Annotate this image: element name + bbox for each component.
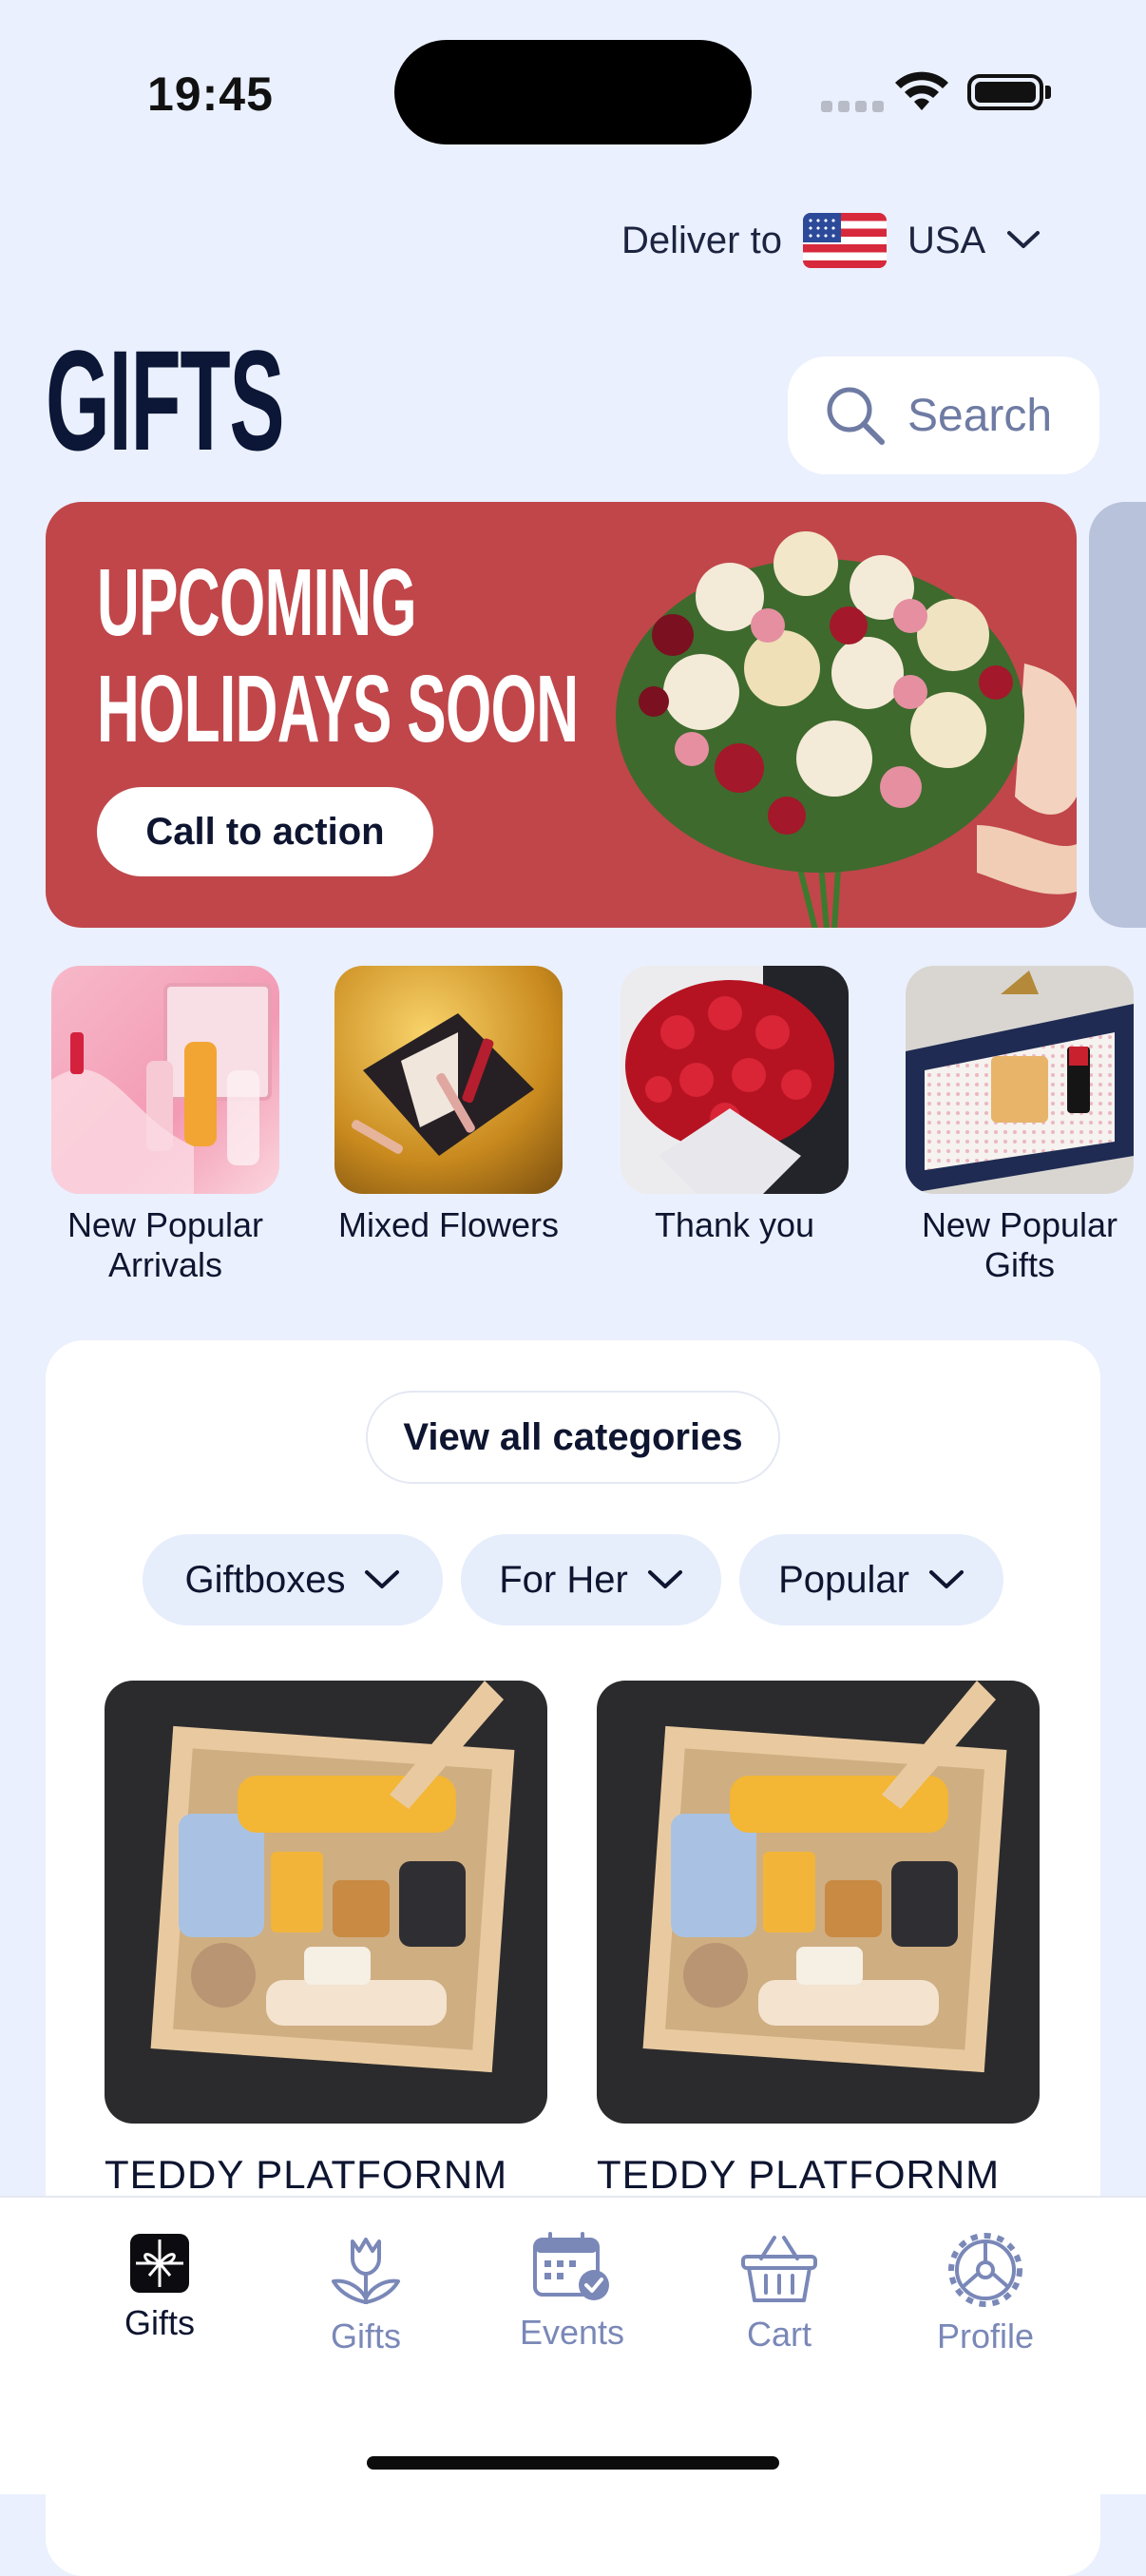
category-label: New Popular Arrivals (67, 1205, 264, 1284)
tab-gifts-flowers[interactable]: Gifts (271, 2232, 461, 2356)
chevron-down-icon (365, 1570, 400, 1588)
tab-events[interactable]: Events (477, 2232, 667, 2353)
battery-cap (1045, 86, 1051, 99)
country-label: USA (907, 219, 986, 261)
category-image (51, 966, 279, 1194)
chevron-down-icon (928, 1570, 964, 1588)
product-title: TEDDY PLATFORNM (105, 2152, 508, 2197)
search-button[interactable]: Search (788, 356, 1099, 474)
status-time: 19:45 (147, 67, 274, 121)
gift-box-icon (130, 2234, 189, 2293)
product-image (597, 1681, 1040, 2124)
filter-label: Popular (778, 1558, 909, 1601)
tab-label: Gifts (330, 2316, 401, 2355)
battery-icon (967, 74, 1043, 110)
filter-label: Giftboxes (184, 1558, 346, 1601)
deliver-label: Deliver to (621, 219, 782, 261)
category-new-popular-arrivals[interactable]: New Popular Arrivals (51, 966, 279, 1285)
cellular-signal-icon (821, 101, 884, 112)
search-label: Search (907, 390, 1053, 441)
category-label: New Popular Gifts (921, 1205, 1118, 1284)
category-image (906, 966, 1134, 1194)
product-card[interactable]: TEDDY PLATFORNM (105, 1681, 547, 2198)
chevron-down-icon (647, 1570, 682, 1588)
tab-profile[interactable]: Profile (890, 2232, 1080, 2356)
wifi-icon (893, 68, 950, 117)
next-banner-peek[interactable] (1089, 502, 1146, 928)
category-new-popular-gifts[interactable]: New Popular Gifts (906, 966, 1134, 1285)
basket-icon (741, 2236, 817, 2302)
tab-label: Profile (936, 2316, 1035, 2355)
dynamic-island (394, 40, 752, 144)
product-image (105, 1681, 547, 2124)
search-icon (827, 387, 885, 445)
tab-label: Gifts (124, 2303, 195, 2342)
filter-giftboxes[interactable]: Giftboxes (143, 1534, 443, 1625)
product-title: TEDDY PLATFORNM (597, 2152, 1001, 2197)
call-to-action-button[interactable]: Call to action (97, 787, 433, 876)
usa-flag-icon (802, 213, 887, 268)
tab-cart[interactable]: Cart (684, 2232, 874, 2355)
category-mixed-flowers[interactable]: Mixed Flowers (334, 966, 563, 1245)
category-thank-you[interactable]: Thank you (621, 966, 849, 1245)
filter-label: For Her (499, 1558, 628, 1601)
view-all-categories-button[interactable]: View all categories (366, 1391, 780, 1484)
deliver-to-selector[interactable]: Deliver to USA (621, 213, 1041, 268)
tab-label: Events (519, 2313, 625, 2352)
chevron-down-icon (1007, 231, 1041, 248)
product-card[interactable]: TEDDY PLATFORNM (597, 1681, 1040, 2198)
filter-for-her[interactable]: For Her (461, 1534, 721, 1625)
profile-gear-icon (948, 2233, 1022, 2307)
page-title: GIFTS (46, 320, 285, 480)
category-label: Thank you (654, 1205, 815, 1244)
promo-banner[interactable]: UPCOMING HOLIDAYS SOON Call to action (46, 502, 1077, 928)
banner-title: UPCOMING HOLIDAYS SOON (97, 549, 579, 762)
filter-popular[interactable]: Popular (739, 1534, 1003, 1625)
category-label: Mixed Flowers (337, 1205, 560, 1244)
calendar-check-icon (533, 2232, 609, 2300)
home-indicator[interactable] (367, 2456, 779, 2470)
bouquet-image (616, 531, 1077, 928)
tab-label: Cart (746, 2315, 812, 2354)
tulip-icon (332, 2238, 400, 2304)
category-image (621, 966, 849, 1194)
tab-gifts-home[interactable]: Gifts (65, 2232, 255, 2343)
category-image (334, 966, 563, 1194)
